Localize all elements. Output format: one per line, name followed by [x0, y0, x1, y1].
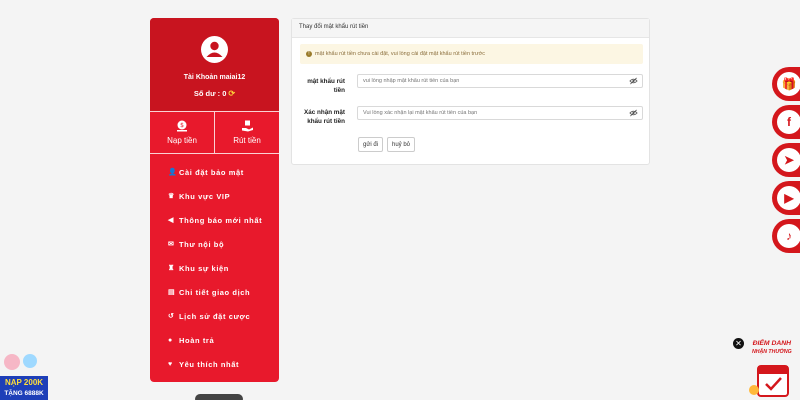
gift-icon: 🎁: [777, 72, 800, 96]
confirm-password-field[interactable]: [357, 106, 643, 120]
menu-label: Khu vực VIP: [179, 191, 231, 201]
eye-slash-icon[interactable]: [629, 77, 638, 85]
deposit-label: Nạp tiền: [167, 136, 197, 145]
telegram-button[interactable]: ➤: [772, 143, 800, 177]
withdraw-icon: [241, 120, 253, 132]
tiktok-button[interactable]: ♪: [772, 219, 800, 253]
menu-label: Cài đặt bảo mật: [179, 167, 244, 177]
avatar-icon: [201, 36, 228, 63]
crown-icon: ♛: [168, 193, 175, 200]
menu-label: Hoàn trả: [179, 335, 215, 345]
receipt-icon: ▤: [168, 289, 176, 296]
refund-icon: ●: [168, 336, 173, 344]
deposit-icon: $: [177, 120, 187, 132]
sidebar-menu: 👤 Cài đặt bảo mật ♛ Khu vực VIP ◀ Thông báo…: [150, 154, 279, 376]
calendar-gift-icon[interactable]: [748, 360, 798, 400]
checkin-line1: ĐIỂM DANH: [752, 340, 792, 347]
password-input[interactable]: [363, 78, 623, 84]
submit-button[interactable]: gửi đi: [358, 137, 383, 152]
sidebar-item-security[interactable]: 👤 Cài đặt bảo mật: [150, 160, 279, 184]
withdraw-button[interactable]: Rút tiền: [214, 112, 279, 153]
profile-card: Tài Khoản maiai12 Số dư : 0 ⟳: [150, 18, 279, 111]
sidebar-item-refund[interactable]: ● Hoàn trả: [150, 328, 279, 352]
menu-label: Lịch sử đặt cược: [179, 311, 251, 321]
svg-text:$: $: [180, 122, 184, 129]
history-icon: ↺: [168, 313, 175, 320]
password-field[interactable]: [357, 74, 643, 88]
notice-text: mật khẩu rút tiền chưa cài đặt, vui lòng…: [315, 51, 485, 57]
sidebar-item-favorites[interactable]: ♥ Yêu thích nhất: [150, 352, 279, 376]
gift-button[interactable]: 🎁: [772, 67, 800, 101]
sidebar-item-inbox[interactable]: ✉ Thư nội bộ: [150, 232, 279, 256]
youtube-icon: ▶: [777, 186, 800, 210]
page: Tài Khoản maiai12 Số dư : 0 ⟳ $ Nạp tiền…: [0, 0, 800, 400]
youtube-button[interactable]: ▶: [772, 181, 800, 215]
withdraw-label: Rút tiền: [233, 136, 261, 145]
user-lock-icon: 👤: [168, 169, 178, 176]
withdraw-password-panel: Thay đổi mật khẩu rút tiền ! mật khẩu rú…: [291, 18, 650, 165]
deposit-promo-banner[interactable]: NẠP 200K TẶNG 6888K: [0, 352, 48, 400]
confirm-password-input[interactable]: [363, 110, 623, 116]
menu-label: Chi tiết giao dịch: [179, 287, 251, 297]
confirm-label: Xác nhận mật khẩu rút tiền: [304, 109, 345, 125]
balance: Số dư : 0 ⟳: [194, 89, 235, 98]
menu-label: Yêu thích nhất: [179, 359, 240, 369]
warning-icon: !: [306, 51, 312, 57]
megaphone-icon: ◀: [168, 217, 174, 224]
heart-icon: ♥: [168, 360, 173, 368]
checkin-promo-text[interactable]: ĐIỂM DANH NHẬN THƯỞNG: [752, 339, 792, 357]
menu-label: Thông báo mới nhất: [179, 215, 263, 225]
facebook-button[interactable]: f: [772, 105, 800, 139]
promo-left-line1: NẠP 200K: [5, 378, 43, 387]
promo-left-line2: TẶNG 6888K: [4, 388, 44, 397]
facebook-icon: f: [777, 110, 800, 134]
tiktok-icon: ♪: [777, 224, 800, 248]
sidebar-item-vip[interactable]: ♛ Khu vực VIP: [150, 184, 279, 208]
sidebar-item-bet-history[interactable]: ↺ Lịch sử đặt cược: [150, 304, 279, 328]
account-name: Tài Khoản maiai12: [183, 74, 246, 81]
trophy-icon: ♜: [168, 265, 175, 272]
panel-title: Thay đổi mật khẩu rút tiền: [292, 19, 649, 38]
floating-label: [195, 394, 243, 400]
account-sidebar: Tài Khoản maiai12 Số dư : 0 ⟳ $ Nạp tiền…: [150, 18, 279, 382]
warning-notice: ! mật khẩu rút tiền chưa cài đặt, vui lò…: [300, 44, 643, 64]
money-actions: $ Nạp tiền Rút tiền: [150, 111, 279, 154]
menu-label: Thư nội bộ: [179, 239, 225, 249]
cancel-button[interactable]: huỷ bỏ: [387, 137, 415, 152]
telegram-icon: ➤: [777, 148, 800, 172]
deposit-button[interactable]: $ Nạp tiền: [150, 112, 214, 153]
sidebar-item-events[interactable]: ♜ Khu sự kiện: [150, 256, 279, 280]
eye-slash-icon[interactable]: [629, 109, 638, 117]
balance-text: Số dư : 0: [193, 89, 227, 98]
sidebar-item-transactions[interactable]: ▤ Chi tiết giao dịch: [150, 280, 279, 304]
sidebar-item-announcements[interactable]: ◀ Thông báo mới nhất: [150, 208, 279, 232]
password-label: mật khẩu rút tiền: [307, 78, 345, 94]
envelope-icon: ✉: [168, 241, 175, 248]
checkin-line2: NHẬN THƯỞNG: [752, 349, 792, 355]
refresh-icon[interactable]: ⟳: [228, 89, 235, 98]
menu-label: Khu sự kiện: [179, 263, 229, 273]
close-promo-button[interactable]: ✕: [733, 338, 744, 349]
